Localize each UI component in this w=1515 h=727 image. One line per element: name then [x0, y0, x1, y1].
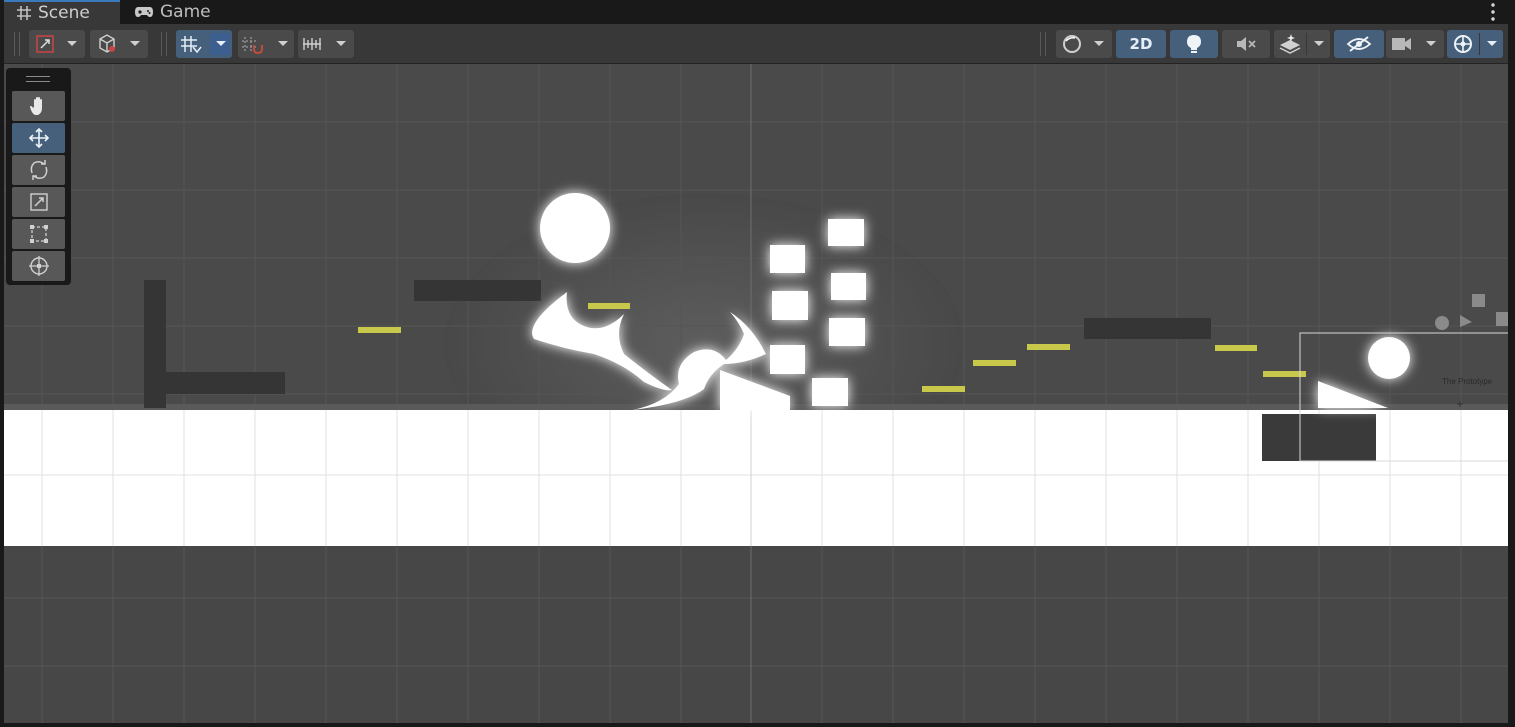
lightbulb-icon [1187, 35, 1201, 53]
gamepad-icon [135, 7, 153, 17]
hand-icon [29, 97, 42, 115]
scene-window: Scene Game 2D The Prototype [0, 0, 1515, 727]
rect-tool[interactable] [12, 219, 65, 249]
ruler-button[interactable] [298, 30, 354, 58]
dark-block [1262, 414, 1376, 461]
transform-pivot-button[interactable] [29, 30, 85, 58]
toolbar-grip[interactable] [1040, 32, 1046, 56]
gizmo-globe-icon [1454, 33, 1497, 55]
draw-mode-button[interactable] [1056, 30, 1112, 58]
kebab-menu-icon [1491, 3, 1495, 21]
lighting-toggle-button[interactable] [1170, 30, 1218, 58]
camera-button[interactable] [1386, 30, 1444, 58]
scene-toolbar: 2D [4, 24, 1508, 64]
2d-toggle-button[interactable]: 2D [1116, 30, 1166, 58]
tab-bar: Scene Game [0, 0, 1515, 24]
camera-icon [1392, 38, 1436, 50]
sun-circle [540, 193, 610, 263]
move-tool[interactable] [12, 123, 65, 153]
move-arrows-icon [28, 127, 49, 149]
rect-transform-icon [29, 225, 48, 243]
rotate-icon [30, 160, 47, 180]
overlay-drag-handle[interactable] [26, 76, 50, 82]
global-local-button[interactable] [90, 30, 148, 58]
layers-effects-icon [1279, 33, 1324, 55]
pivot-icon [36, 35, 77, 53]
tools-overlay [6, 68, 71, 285]
toolbar-grip[interactable] [161, 32, 167, 56]
transform-tool[interactable] [12, 251, 65, 281]
ruler-icon [303, 38, 346, 50]
snap-increment-icon [242, 37, 288, 54]
gizmos-button[interactable] [1447, 30, 1503, 58]
increment-snap-button[interactable] [238, 30, 294, 58]
tab-scene-label: Scene [38, 3, 90, 23]
rotate-tool[interactable] [12, 155, 65, 185]
grid-snap-icon [181, 33, 230, 55]
toolbar-grip[interactable] [14, 32, 20, 56]
hand-tool[interactable] [12, 91, 65, 121]
transform-combined-icon [28, 256, 49, 276]
grid-snapping-button[interactable] [176, 30, 232, 58]
scene-viewport[interactable]: The Prototype [4, 64, 1508, 723]
audio-toggle-button[interactable] [1222, 30, 1270, 58]
camera-label: The Prototype [1442, 377, 1493, 386]
audio-mute-icon [1237, 37, 1256, 51]
scale-icon [29, 193, 48, 211]
eye-hidden-icon [1346, 36, 1372, 52]
scale-tool[interactable] [12, 187, 65, 217]
cube-icon [99, 34, 140, 53]
tab-scene[interactable]: Scene [4, 0, 120, 24]
tab-game[interactable]: Game [122, 0, 232, 24]
more-options-menu[interactable] [1485, 2, 1501, 22]
shading-sphere-icon [1063, 35, 1104, 53]
tab-game-label: Game [160, 2, 211, 22]
effects-button[interactable] [1274, 30, 1330, 58]
grid-hash-icon [17, 6, 31, 20]
2d-toggle-label: 2D [1129, 35, 1153, 53]
scene-canvas: The Prototype [4, 64, 1508, 723]
scene-visibility-button[interactable] [1334, 30, 1384, 58]
